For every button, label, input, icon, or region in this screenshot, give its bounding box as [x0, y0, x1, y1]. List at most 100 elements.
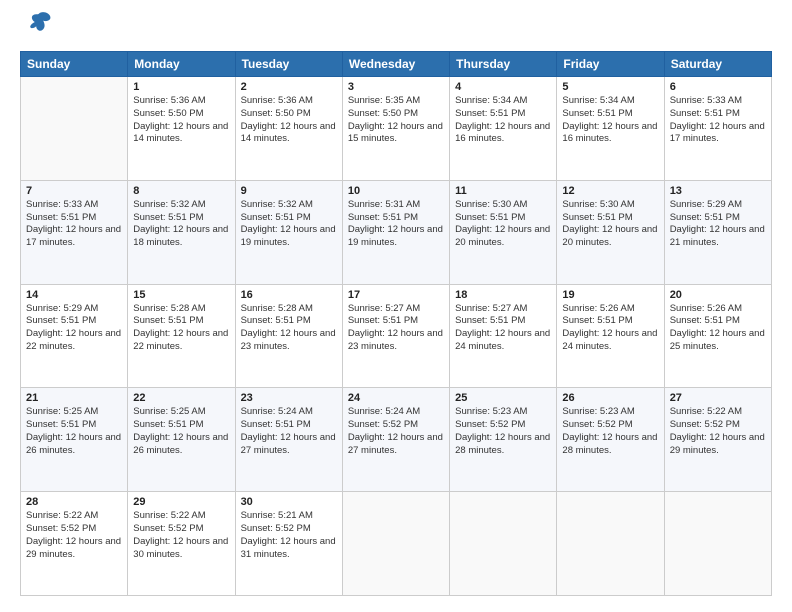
day-number: 3: [348, 81, 444, 93]
day-number: 18: [455, 289, 551, 301]
day-info: Sunrise: 5:30 AMSunset: 5:51 PMDaylight:…: [455, 199, 551, 250]
calendar-cell: [664, 492, 771, 596]
calendar-week-row: 1 Sunrise: 5:36 AMSunset: 5:50 PMDaylight…: [21, 77, 772, 181]
calendar-cell: [342, 492, 449, 596]
day-number: 13: [670, 185, 766, 197]
day-info: Sunrise: 5:34 AMSunset: 5:51 PMDaylight:…: [562, 95, 658, 146]
calendar-cell: 21 Sunrise: 5:25 AMSunset: 5:51 PMDayligh…: [21, 388, 128, 492]
day-info: Sunrise: 5:24 AMSunset: 5:52 PMDaylight:…: [348, 406, 444, 457]
day-number: 19: [562, 289, 658, 301]
day-info: Sunrise: 5:34 AMSunset: 5:51 PMDaylight:…: [455, 95, 551, 146]
calendar-cell: 7Sunrise: 5:33 AMSunset: 5:51 PMDaylight…: [21, 180, 128, 284]
day-number: 14: [26, 289, 122, 301]
day-info: Sunrise: 5:29 AMSunset: 5:51 PMDaylight:…: [26, 303, 122, 354]
calendar-cell: 25 Sunrise: 5:23 AMSunset: 5:52 PMDayligh…: [450, 388, 557, 492]
calendar-cell: 30 Sunrise: 5:21 AMSunset: 5:52 PMDayligh…: [235, 492, 342, 596]
day-number: 2: [241, 81, 337, 93]
day-number: 1: [133, 81, 229, 93]
calendar-table: SundayMondayTuesdayWednesdayThursdayFrid…: [20, 51, 772, 596]
calendar-cell: 18 Sunrise: 5:27 AMSunset: 5:51 PMDayligh…: [450, 284, 557, 388]
calendar-cell: 19 Sunrise: 5:26 AMSunset: 5:51 PMDayligh…: [557, 284, 664, 388]
day-info: Sunrise: 5:28 AMSunset: 5:51 PMDaylight:…: [241, 303, 337, 354]
day-info: Sunrise: 5:29 AMSunset: 5:51 PMDaylight:…: [670, 199, 766, 250]
calendar-cell: 24 Sunrise: 5:24 AMSunset: 5:52 PMDayligh…: [342, 388, 449, 492]
calendar-cell: [21, 77, 128, 181]
day-info: Sunrise: 5:35 AMSunset: 5:50 PMDaylight:…: [348, 95, 444, 146]
day-number: 16: [241, 289, 337, 301]
day-number: 12: [562, 185, 658, 197]
weekday-sunday: Sunday: [21, 52, 128, 77]
day-info: Sunrise: 5:32 AMSunset: 5:51 PMDaylight:…: [241, 199, 337, 250]
calendar-cell: 14 Sunrise: 5:29 AMSunset: 5:51 PMDayligh…: [21, 284, 128, 388]
day-number: 5: [562, 81, 658, 93]
calendar-cell: 16 Sunrise: 5:28 AMSunset: 5:51 PMDayligh…: [235, 284, 342, 388]
weekday-thursday: Thursday: [450, 52, 557, 77]
day-info: Sunrise: 5:27 AMSunset: 5:51 PMDaylight:…: [348, 303, 444, 354]
day-info: Sunrise: 5:26 AMSunset: 5:51 PMDaylight:…: [562, 303, 658, 354]
calendar-cell: 22 Sunrise: 5:25 AMSunset: 5:51 PMDayligh…: [128, 388, 235, 492]
day-info: Sunrise: 5:32 AMSunset: 5:51 PMDaylight:…: [133, 199, 229, 250]
day-info: Sunrise: 5:22 AMSunset: 5:52 PMDaylight:…: [26, 510, 122, 561]
day-info: Sunrise: 5:28 AMSunset: 5:51 PMDaylight:…: [133, 303, 229, 354]
weekday-monday: Monday: [128, 52, 235, 77]
day-info: Sunrise: 5:33 AMSunset: 5:51 PMDaylight:…: [670, 95, 766, 146]
day-info: Sunrise: 5:23 AMSunset: 5:52 PMDaylight:…: [562, 406, 658, 457]
calendar-cell: 2 Sunrise: 5:36 AMSunset: 5:50 PMDaylight…: [235, 77, 342, 181]
calendar-cell: 12 Sunrise: 5:30 AMSunset: 5:51 PMDayligh…: [557, 180, 664, 284]
day-number: 29: [133, 496, 229, 508]
calendar-cell: 29 Sunrise: 5:22 AMSunset: 5:52 PMDayligh…: [128, 492, 235, 596]
day-number: 24: [348, 392, 444, 404]
day-number: 23: [241, 392, 337, 404]
day-info: Sunrise: 5:21 AMSunset: 5:52 PMDaylight:…: [241, 510, 337, 561]
day-info: Sunrise: 5:24 AMSunset: 5:51 PMDaylight:…: [241, 406, 337, 457]
calendar-week-row: 7Sunrise: 5:33 AMSunset: 5:51 PMDaylight…: [21, 180, 772, 284]
calendar-cell: 9 Sunrise: 5:32 AMSunset: 5:51 PMDaylight…: [235, 180, 342, 284]
day-number: 20: [670, 289, 766, 301]
day-info: Sunrise: 5:23 AMSunset: 5:52 PMDaylight:…: [455, 406, 551, 457]
day-info: Sunrise: 5:31 AMSunset: 5:51 PMDaylight:…: [348, 199, 444, 250]
day-info: Sunrise: 5:36 AMSunset: 5:50 PMDaylight:…: [133, 95, 229, 146]
calendar-cell: 23 Sunrise: 5:24 AMSunset: 5:51 PMDayligh…: [235, 388, 342, 492]
logo-bird-icon: [25, 8, 53, 36]
day-info: Sunrise: 5:25 AMSunset: 5:51 PMDaylight:…: [133, 406, 229, 457]
weekday-tuesday: Tuesday: [235, 52, 342, 77]
day-info: Sunrise: 5:36 AMSunset: 5:50 PMDaylight:…: [241, 95, 337, 146]
calendar-cell: 11 Sunrise: 5:30 AMSunset: 5:51 PMDayligh…: [450, 180, 557, 284]
day-number: 30: [241, 496, 337, 508]
calendar-cell: 5 Sunrise: 5:34 AMSunset: 5:51 PMDaylight…: [557, 77, 664, 181]
calendar-cell: 15 Sunrise: 5:28 AMSunset: 5:51 PMDayligh…: [128, 284, 235, 388]
calendar-week-row: 14 Sunrise: 5:29 AMSunset: 5:51 PMDayligh…: [21, 284, 772, 388]
weekday-saturday: Saturday: [664, 52, 771, 77]
day-info: Sunrise: 5:25 AMSunset: 5:51 PMDaylight:…: [26, 406, 122, 457]
day-info: Sunrise: 5:22 AMSunset: 5:52 PMDaylight:…: [133, 510, 229, 561]
calendar-cell: 27 Sunrise: 5:22 AMSunset: 5:52 PMDayligh…: [664, 388, 771, 492]
day-info: Sunrise: 5:30 AMSunset: 5:51 PMDaylight:…: [562, 199, 658, 250]
calendar-week-row: 21 Sunrise: 5:25 AMSunset: 5:51 PMDayligh…: [21, 388, 772, 492]
day-number: 11: [455, 185, 551, 197]
day-number: 4: [455, 81, 551, 93]
calendar-cell: 20 Sunrise: 5:26 AMSunset: 5:51 PMDayligh…: [664, 284, 771, 388]
header: [20, 16, 772, 41]
day-number: 22: [133, 392, 229, 404]
day-number: 6: [670, 81, 766, 93]
calendar-cell: [450, 492, 557, 596]
day-number: 27: [670, 392, 766, 404]
calendar-cell: 10 Sunrise: 5:31 AMSunset: 5:51 PMDayligh…: [342, 180, 449, 284]
day-number: 8: [133, 185, 229, 197]
day-number: 25: [455, 392, 551, 404]
day-number: 9: [241, 185, 337, 197]
day-info: Sunrise: 5:26 AMSunset: 5:51 PMDaylight:…: [670, 303, 766, 354]
day-number: 10: [348, 185, 444, 197]
calendar-cell: 28Sunrise: 5:22 AMSunset: 5:52 PMDayligh…: [21, 492, 128, 596]
day-number: 7: [26, 185, 122, 197]
day-number: 15: [133, 289, 229, 301]
weekday-wednesday: Wednesday: [342, 52, 449, 77]
calendar-cell: 8 Sunrise: 5:32 AMSunset: 5:51 PMDaylight…: [128, 180, 235, 284]
day-info: Sunrise: 5:27 AMSunset: 5:51 PMDaylight:…: [455, 303, 551, 354]
day-number: 17: [348, 289, 444, 301]
calendar-week-row: 28Sunrise: 5:22 AMSunset: 5:52 PMDayligh…: [21, 492, 772, 596]
day-number: 21: [26, 392, 122, 404]
day-info: Sunrise: 5:22 AMSunset: 5:52 PMDaylight:…: [670, 406, 766, 457]
calendar-cell: 6 Sunrise: 5:33 AMSunset: 5:51 PMDaylight…: [664, 77, 771, 181]
weekday-header-row: SundayMondayTuesdayWednesdayThursdayFrid…: [21, 52, 772, 77]
